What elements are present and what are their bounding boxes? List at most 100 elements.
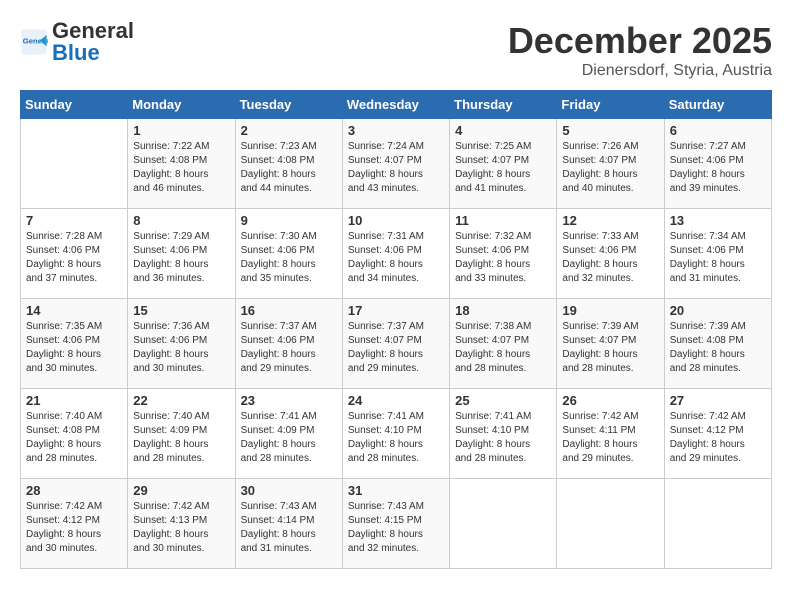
day-info: Sunrise: 7:42 AM Sunset: 4:13 PM Dayligh…	[133, 500, 229, 556]
day-info: Sunrise: 7:41 AM Sunset: 4:10 PM Dayligh…	[348, 410, 444, 466]
day-info: Sunrise: 7:22 AM Sunset: 4:08 PM Dayligh…	[133, 140, 229, 196]
calendar-cell: 10 Sunrise: 7:31 AM Sunset: 4:06 PM Dayli…	[342, 209, 449, 299]
day-number: 10	[348, 213, 444, 228]
calendar-cell: 26Sunrise: 7:42 AM Sunset: 4:11 PM Dayli…	[557, 389, 664, 479]
day-number: 14	[26, 303, 122, 318]
calendar-cell: 3 Sunrise: 7:24 AM Sunset: 4:07 PM Daylig…	[342, 119, 449, 209]
calendar-cell	[21, 119, 128, 209]
day-info: Sunrise: 7:40 AM Sunset: 4:08 PM Dayligh…	[26, 410, 122, 466]
calendar-cell: 8 Sunrise: 7:29 AM Sunset: 4:06 PM Daylig…	[128, 209, 235, 299]
day-number: 18	[455, 303, 551, 318]
day-number: 12	[562, 213, 658, 228]
day-info: Sunrise: 7:28 AM Sunset: 4:06 PM Dayligh…	[26, 230, 122, 286]
day-info: Sunrise: 7:29 AM Sunset: 4:06 PM Dayligh…	[133, 230, 229, 286]
day-info: Sunrise: 7:37 AM Sunset: 4:06 PM Dayligh…	[241, 320, 337, 376]
calendar-week-row: 14 Sunrise: 7:35 AM Sunset: 4:06 PM Dayli…	[21, 299, 772, 389]
day-number: 4	[455, 123, 551, 138]
day-info: Sunrise: 7:43 AM Sunset: 4:15 PM Dayligh…	[348, 500, 444, 556]
day-info: Sunrise: 7:41 AM Sunset: 4:09 PM Dayligh…	[241, 410, 337, 466]
calendar-cell	[557, 479, 664, 569]
calendar-cell: 31 Sunrise: 7:43 AM Sunset: 4:15 PM Dayli…	[342, 479, 449, 569]
calendar-cell: 29Sunrise: 7:42 AM Sunset: 4:13 PM Dayli…	[128, 479, 235, 569]
day-number: 31	[348, 483, 444, 498]
day-info: Sunrise: 7:39 AM Sunset: 4:07 PM Dayligh…	[562, 320, 658, 376]
calendar-body: 1 Sunrise: 7:22 AM Sunset: 4:08 PM Daylig…	[21, 119, 772, 569]
weekday-header: Thursday	[450, 91, 557, 119]
calendar-cell: 17Sunrise: 7:37 AM Sunset: 4:07 PM Dayli…	[342, 299, 449, 389]
day-info: Sunrise: 7:40 AM Sunset: 4:09 PM Dayligh…	[133, 410, 229, 466]
day-info: Sunrise: 7:27 AM Sunset: 4:06 PM Dayligh…	[670, 140, 766, 196]
day-number: 13	[670, 213, 766, 228]
day-info: Sunrise: 7:32 AM Sunset: 4:06 PM Dayligh…	[455, 230, 551, 286]
day-info: Sunrise: 7:23 AM Sunset: 4:08 PM Dayligh…	[241, 140, 337, 196]
calendar-week-row: 1 Sunrise: 7:22 AM Sunset: 4:08 PM Daylig…	[21, 119, 772, 209]
calendar-cell: 27Sunrise: 7:42 AM Sunset: 4:12 PM Dayli…	[664, 389, 771, 479]
day-number: 28	[26, 483, 122, 498]
day-number: 1	[133, 123, 229, 138]
calendar-cell: 14 Sunrise: 7:35 AM Sunset: 4:06 PM Dayli…	[21, 299, 128, 389]
logo: General General Blue	[20, 20, 134, 64]
day-number: 9	[241, 213, 337, 228]
page-header: General General Blue December 2025 Diene…	[20, 20, 772, 80]
calendar-cell: 21Sunrise: 7:40 AM Sunset: 4:08 PM Dayli…	[21, 389, 128, 479]
calendar-cell: 5Sunrise: 7:26 AM Sunset: 4:07 PM Daylig…	[557, 119, 664, 209]
calendar-cell: 23 Sunrise: 7:41 AM Sunset: 4:09 PM Dayli…	[235, 389, 342, 479]
day-number: 8	[133, 213, 229, 228]
day-number: 17	[348, 303, 444, 318]
day-info: Sunrise: 7:39 AM Sunset: 4:08 PM Dayligh…	[670, 320, 766, 376]
weekday-header: Saturday	[664, 91, 771, 119]
calendar-cell: 1 Sunrise: 7:22 AM Sunset: 4:08 PM Daylig…	[128, 119, 235, 209]
day-number: 15	[133, 303, 229, 318]
day-number: 16	[241, 303, 337, 318]
day-info: Sunrise: 7:34 AM Sunset: 4:06 PM Dayligh…	[670, 230, 766, 286]
weekday-header: Monday	[128, 91, 235, 119]
calendar-cell: 13 Sunrise: 7:34 AM Sunset: 4:06 PM Dayli…	[664, 209, 771, 299]
weekday-header: Friday	[557, 91, 664, 119]
weekday-header-row: SundayMondayTuesdayWednesdayThursdayFrid…	[21, 91, 772, 119]
day-info: Sunrise: 7:35 AM Sunset: 4:06 PM Dayligh…	[26, 320, 122, 376]
calendar-week-row: 21Sunrise: 7:40 AM Sunset: 4:08 PM Dayli…	[21, 389, 772, 479]
day-info: Sunrise: 7:24 AM Sunset: 4:07 PM Dayligh…	[348, 140, 444, 196]
calendar-cell: 6 Sunrise: 7:27 AM Sunset: 4:06 PM Daylig…	[664, 119, 771, 209]
day-number: 3	[348, 123, 444, 138]
day-number: 2	[241, 123, 337, 138]
day-number: 22	[133, 393, 229, 408]
day-info: Sunrise: 7:38 AM Sunset: 4:07 PM Dayligh…	[455, 320, 551, 376]
day-info: Sunrise: 7:25 AM Sunset: 4:07 PM Dayligh…	[455, 140, 551, 196]
logo-icon: General	[20, 28, 48, 56]
title-block: December 2025 Dienersdorf, Styria, Austr…	[508, 20, 772, 80]
calendar-table: SundayMondayTuesdayWednesdayThursdayFrid…	[20, 90, 772, 569]
day-info: Sunrise: 7:43 AM Sunset: 4:14 PM Dayligh…	[241, 500, 337, 556]
day-info: Sunrise: 7:36 AM Sunset: 4:06 PM Dayligh…	[133, 320, 229, 376]
day-number: 20	[670, 303, 766, 318]
calendar-week-row: 28Sunrise: 7:42 AM Sunset: 4:12 PM Dayli…	[21, 479, 772, 569]
calendar-cell	[450, 479, 557, 569]
calendar-cell: 11 Sunrise: 7:32 AM Sunset: 4:06 PM Dayli…	[450, 209, 557, 299]
calendar-cell: 28Sunrise: 7:42 AM Sunset: 4:12 PM Dayli…	[21, 479, 128, 569]
calendar-header: SundayMondayTuesdayWednesdayThursdayFrid…	[21, 91, 772, 119]
month-title: December 2025	[508, 20, 772, 62]
calendar-cell: 25Sunrise: 7:41 AM Sunset: 4:10 PM Dayli…	[450, 389, 557, 479]
day-info: Sunrise: 7:31 AM Sunset: 4:06 PM Dayligh…	[348, 230, 444, 286]
day-number: 6	[670, 123, 766, 138]
logo-text: General Blue	[52, 20, 134, 64]
calendar-cell: 30Sunrise: 7:43 AM Sunset: 4:14 PM Dayli…	[235, 479, 342, 569]
day-number: 11	[455, 213, 551, 228]
weekday-header: Tuesday	[235, 91, 342, 119]
day-number: 7	[26, 213, 122, 228]
calendar-cell: 4 Sunrise: 7:25 AM Sunset: 4:07 PM Daylig…	[450, 119, 557, 209]
day-number: 25	[455, 393, 551, 408]
calendar-cell	[664, 479, 771, 569]
day-number: 23	[241, 393, 337, 408]
day-number: 19	[562, 303, 658, 318]
calendar-cell: 24Sunrise: 7:41 AM Sunset: 4:10 PM Dayli…	[342, 389, 449, 479]
calendar-cell: 18 Sunrise: 7:38 AM Sunset: 4:07 PM Dayli…	[450, 299, 557, 389]
calendar-cell: 16 Sunrise: 7:37 AM Sunset: 4:06 PM Dayli…	[235, 299, 342, 389]
day-info: Sunrise: 7:33 AM Sunset: 4:06 PM Dayligh…	[562, 230, 658, 286]
location: Dienersdorf, Styria, Austria	[508, 62, 772, 80]
calendar-cell: 12 Sunrise: 7:33 AM Sunset: 4:06 PM Dayli…	[557, 209, 664, 299]
calendar-cell: 7 Sunrise: 7:28 AM Sunset: 4:06 PM Daylig…	[21, 209, 128, 299]
calendar-cell: 15 Sunrise: 7:36 AM Sunset: 4:06 PM Dayli…	[128, 299, 235, 389]
calendar-cell: 2 Sunrise: 7:23 AM Sunset: 4:08 PM Daylig…	[235, 119, 342, 209]
day-info: Sunrise: 7:42 AM Sunset: 4:11 PM Dayligh…	[562, 410, 658, 466]
